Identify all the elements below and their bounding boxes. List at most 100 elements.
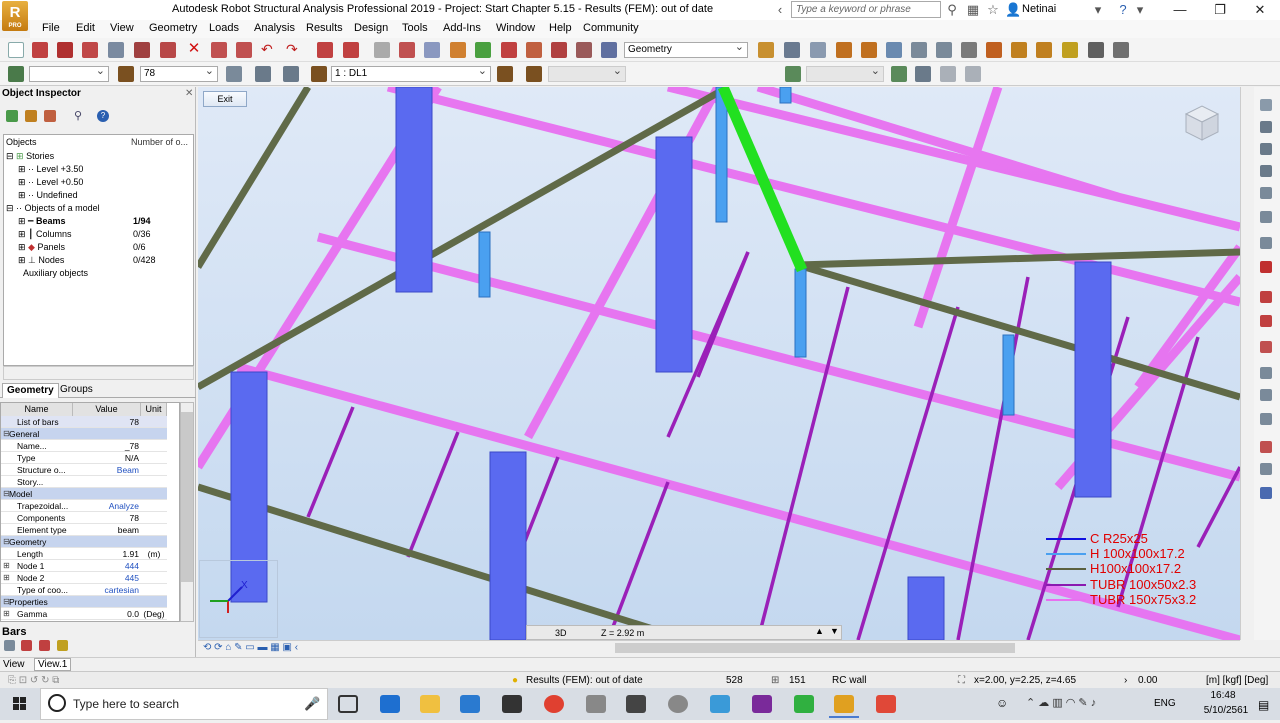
group-edit-icon[interactable]: [915, 66, 931, 82]
menu-view[interactable]: View: [110, 22, 134, 34]
menu-analysis[interactable]: Analysis: [254, 22, 295, 34]
property-value[interactable]: Beam: [73, 464, 141, 476]
viewcube[interactable]: [1180, 100, 1222, 142]
bars-delete-icon[interactable]: [39, 640, 50, 651]
property-row[interactable]: ⊞ Node 1 444: [1, 560, 167, 572]
open-file-icon[interactable]: [32, 42, 48, 58]
view-icon[interactable]: [399, 42, 415, 58]
extend-icon[interactable]: [1036, 42, 1052, 58]
results-icon[interactable]: [1260, 389, 1272, 401]
chrome-icon[interactable]: [544, 695, 564, 713]
menu-community[interactable]: Community: [583, 22, 639, 34]
wrench-icon[interactable]: [576, 42, 592, 58]
camtasia-icon[interactable]: [794, 695, 814, 713]
mail-icon[interactable]: [502, 695, 522, 713]
menu-loads[interactable]: Loads: [209, 22, 239, 34]
property-row[interactable]: Length 1.91 (m): [1, 548, 167, 560]
units[interactable]: [m] [kgf] [Deg]: [1206, 675, 1268, 686]
selection-filter-icon[interactable]: [226, 66, 242, 82]
move-icon[interactable]: [911, 42, 927, 58]
property-value[interactable]: N/A: [73, 452, 141, 464]
menu-results[interactable]: Results: [306, 22, 343, 34]
bars-edit-icon[interactable]: [21, 640, 32, 651]
store-icon[interactable]: [460, 695, 480, 713]
tree-item-nodes[interactable]: ⊞ ⊥ Nodes: [18, 255, 64, 266]
diagram-icon[interactable]: [1260, 413, 1272, 425]
expand-icon[interactable]: ⊞: [3, 560, 10, 572]
language-indicator[interactable]: ENG: [1154, 698, 1176, 709]
material-icon[interactable]: [1260, 187, 1272, 199]
pan-icon[interactable]: [475, 42, 491, 58]
property-value[interactable]: 78: [73, 512, 141, 524]
calculator-icon[interactable]: [626, 695, 646, 713]
bar-selection-combo[interactable]: 78: [140, 66, 218, 82]
combination-icon[interactable]: [1260, 341, 1272, 353]
property-row[interactable]: Type N/A: [1, 452, 167, 464]
zoom-window-icon[interactable]: [450, 42, 466, 58]
edit-icon[interactable]: [526, 42, 542, 58]
property-value[interactable]: 1.91: [73, 548, 141, 560]
bars-table-icon[interactable]: [4, 640, 15, 651]
property-section[interactable]: ⊟ General: [1, 428, 167, 440]
property-value[interactable]: 78: [73, 416, 141, 428]
mirror-icon[interactable]: [886, 42, 902, 58]
property-value[interactable]: 444: [73, 560, 141, 572]
level-down-icon[interactable]: ▼: [830, 626, 839, 636]
property-value[interactable]: Analyze: [73, 500, 141, 512]
onenote-icon[interactable]: [752, 695, 772, 713]
expand-icon[interactable]: ⊞: [3, 572, 10, 584]
layout-icon[interactable]: [601, 42, 617, 58]
recorder-icon[interactable]: [876, 695, 896, 713]
property-value[interactable]: 445: [73, 572, 141, 584]
structure-icon[interactable]: [784, 42, 800, 58]
bars-tab[interactable]: Bars: [2, 626, 26, 638]
trim-icon[interactable]: [1088, 42, 1104, 58]
help-search-input[interactable]: Type a keyword or phrase: [791, 1, 941, 18]
redo-icon[interactable]: ↷: [286, 42, 302, 58]
user-dropdown-icon[interactable]: ▾: [1090, 2, 1106, 18]
property-row[interactable]: Element type beam: [1, 524, 167, 536]
divide-icon[interactable]: [986, 42, 1002, 58]
tree-item-objects-of-model[interactable]: ⊟ ·· Objects of a model: [6, 203, 100, 214]
menu-help[interactable]: Help: [549, 22, 572, 34]
property-row[interactable]: Trapezoidal... Analyze: [1, 500, 167, 512]
group-icon[interactable]: [785, 66, 801, 82]
load-case-select[interactable]: 1 : DL1: [331, 66, 491, 82]
filter-clear-icon[interactable]: [44, 110, 56, 122]
status-tools-icons[interactable]: ⎘ ⊡ ↺ ↻ ⧉: [8, 675, 59, 686]
menu-geometry[interactable]: Geometry: [149, 22, 197, 34]
help-icon[interactable]: ?: [97, 110, 109, 122]
tree-item-auxiliary[interactable]: Auxiliary objects: [23, 268, 88, 278]
menu-addins[interactable]: Add-Ins: [443, 22, 481, 34]
select-icon[interactable]: [6, 110, 18, 122]
bar-icon[interactable]: [836, 42, 852, 58]
preview-icon[interactable]: [134, 42, 150, 58]
tree-item-stories[interactable]: ⊟ ⊞ Stories: [6, 151, 54, 162]
view-tools-icon[interactable]: [1260, 99, 1272, 111]
photos-icon[interactable]: [710, 695, 730, 713]
microphone-icon[interactable]: 🎤: [304, 696, 320, 712]
edge-icon[interactable]: [380, 695, 400, 713]
node-selection-combo[interactable]: [29, 66, 109, 82]
viewport-scroll-thumb[interactable]: [615, 643, 1015, 653]
case-prev-icon[interactable]: [526, 66, 542, 82]
design-icon[interactable]: [1260, 441, 1272, 453]
maximize-button[interactable]: ❐: [1200, 0, 1240, 20]
property-row[interactable]: Type of coo... cartesian: [1, 584, 167, 596]
support-icon[interactable]: [861, 42, 877, 58]
help-icon[interactable]: ?: [1115, 2, 1131, 18]
viewport-vertical-scrollbar[interactable]: [1240, 87, 1254, 640]
file-explorer-icon[interactable]: [420, 695, 440, 713]
load-case-icon[interactable]: [311, 66, 327, 82]
clock-time[interactable]: 16:48: [1206, 690, 1240, 701]
menu-window[interactable]: Window: [496, 22, 535, 34]
dimension-icon[interactable]: [961, 42, 977, 58]
group-add-icon[interactable]: [891, 66, 907, 82]
save-icon[interactable]: [57, 42, 73, 58]
lock-icon[interactable]: [374, 42, 390, 58]
panel-icon[interactable]: [1260, 165, 1272, 177]
load-def-icon[interactable]: [1260, 291, 1272, 303]
expand-icon[interactable]: ⊞: [3, 608, 10, 620]
analysis-icon[interactable]: [1260, 367, 1272, 379]
search-icon[interactable]: ⚲: [74, 110, 86, 122]
